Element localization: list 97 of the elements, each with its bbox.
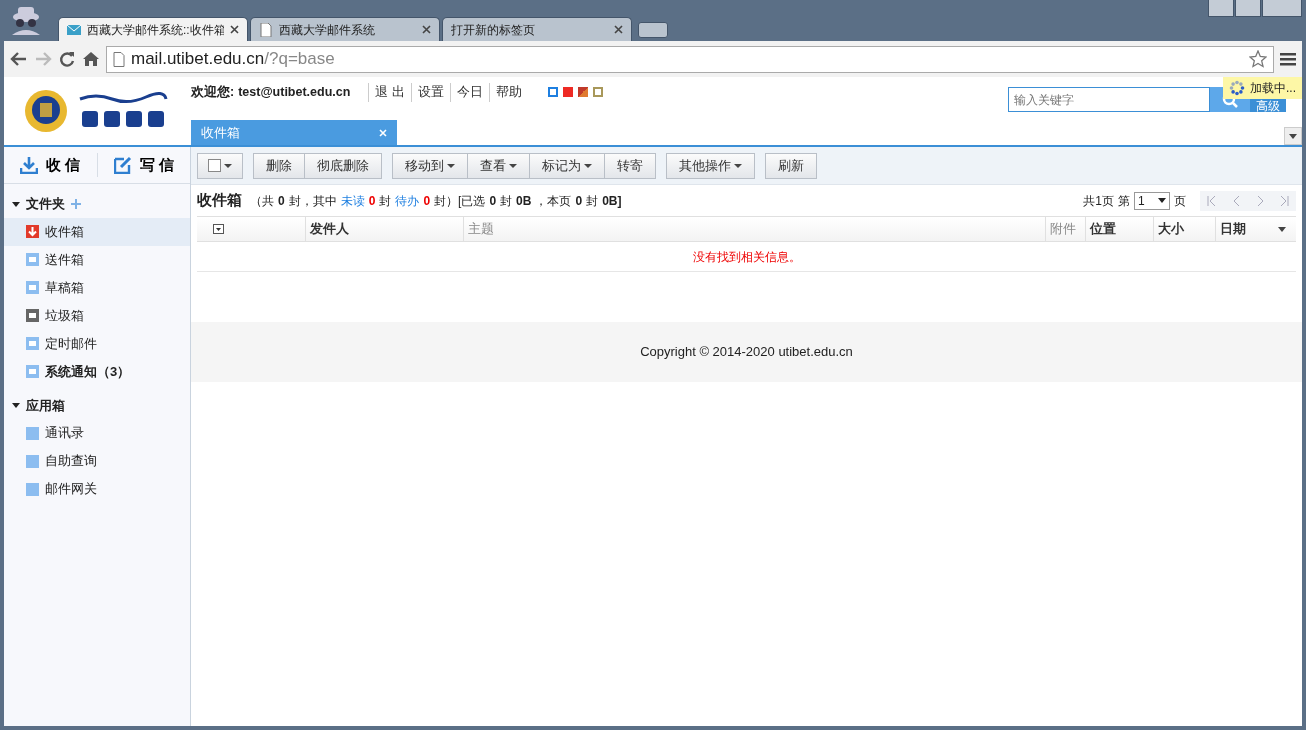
maximize-button[interactable]	[1235, 0, 1261, 17]
inbox-icon	[26, 225, 39, 238]
welcome-label: 欢迎您:	[191, 83, 235, 101]
toolbar-button[interactable]: 标记为	[530, 152, 605, 179]
theme-swatch[interactable]	[592, 87, 603, 98]
menu-icon[interactable]	[1280, 52, 1296, 66]
page-label: 页	[1174, 192, 1186, 210]
sort-caret-icon[interactable]	[1278, 226, 1286, 232]
browser-tab[interactable]: 西藏大学邮件系统	[250, 17, 440, 41]
bookmark-star-icon[interactable]	[1249, 50, 1267, 68]
checkbox-icon	[208, 159, 221, 172]
sidebar-item[interactable]: 收件箱	[4, 217, 190, 246]
toolbar-button[interactable]: 删除	[253, 152, 305, 179]
toolbar-button[interactable]: 刷新	[765, 152, 817, 179]
folder-icon	[26, 337, 39, 350]
first-page-icon	[1207, 194, 1217, 207]
sidebar-action-button[interactable]: 写 信	[96, 152, 190, 178]
last-page-icon	[1279, 194, 1289, 207]
header-link[interactable]: 退 出	[368, 83, 411, 102]
user-email: test@utibet.edu.cn	[238, 84, 351, 101]
copyright-text: Copyright © 2014-2020 utibet.edu.cn	[191, 322, 1302, 382]
download-icon	[20, 156, 39, 174]
close-icon[interactable]	[422, 25, 431, 34]
select-all-button[interactable]	[197, 152, 243, 179]
caret-down-icon	[12, 401, 20, 410]
dropdown-toggle-button[interactable]	[1284, 127, 1302, 145]
mail-icon	[67, 22, 81, 37]
page-count: 共1页	[1083, 192, 1114, 210]
toolbar-button[interactable]: 查看	[468, 152, 530, 179]
back-icon[interactable]	[10, 51, 28, 67]
minimize-button[interactable]	[1208, 0, 1234, 17]
edit-icon	[113, 156, 132, 174]
page-label: 第	[1118, 192, 1130, 210]
folder-icon	[26, 253, 39, 266]
sidebar-item[interactable]: 垃圾箱	[4, 301, 190, 330]
url-text: mail.utibet.edu.cn/?q=base	[131, 48, 335, 71]
caret-icon	[447, 163, 455, 168]
caret-icon	[1158, 198, 1166, 203]
sidebar-item[interactable]: 草稿箱	[4, 273, 190, 302]
column-header[interactable]: 日期	[1215, 217, 1296, 241]
caret-icon	[584, 163, 592, 168]
folder-icon	[26, 309, 39, 322]
sidebar-action-button[interactable]: 收 信	[4, 152, 97, 178]
toolbar-button[interactable]: 转寄	[605, 152, 656, 179]
header-link[interactable]: 设置	[410, 83, 450, 102]
toolbar-button[interactable]: 彻底删除	[305, 152, 382, 179]
spinner-icon	[1229, 80, 1245, 96]
app-icon	[26, 426, 39, 440]
caret-icon	[224, 163, 232, 168]
toolbar-button[interactable]: 其他操作	[666, 152, 755, 179]
sidebar-item[interactable]: 通讯录	[4, 419, 190, 447]
new-tab-button[interactable]	[638, 22, 668, 38]
app-icon	[26, 454, 39, 468]
sidebar-section-header[interactable]: 应用箱	[4, 385, 190, 419]
caret-icon	[1289, 134, 1297, 139]
emblem-logo	[24, 89, 68, 133]
header-link[interactable]: 今日	[449, 83, 489, 102]
next-icon	[1255, 194, 1265, 207]
folder-icon	[26, 365, 39, 378]
page-select[interactable]: 1	[1134, 191, 1170, 210]
reload-icon[interactable]	[58, 50, 76, 68]
header-link[interactable]: 帮助	[488, 83, 528, 102]
folder-icon	[26, 281, 39, 294]
column-header[interactable]: 大小	[1153, 217, 1215, 241]
mail-summary: （共 0 封，其中 未读 0 封 待办 0 封）[已选 0 封 0B ，本页 0 封 0B]	[250, 192, 623, 210]
empty-message: 没有找到相关信息。	[197, 242, 1296, 272]
close-icon[interactable]	[614, 25, 623, 34]
caret-icon	[734, 163, 742, 168]
address-bar[interactable]: mail.utibet.edu.cn/?q=base	[106, 45, 1274, 73]
sidebar-item[interactable]: 系统通知（3）	[4, 357, 190, 386]
page-icon	[113, 51, 125, 67]
theme-swatch[interactable]	[562, 87, 573, 98]
sidebar-item[interactable]: 送件箱	[4, 245, 190, 274]
column-header[interactable]: 发件人	[305, 217, 463, 241]
column-header[interactable]: 位置	[1085, 217, 1153, 241]
sidebar-item[interactable]: 邮件网关	[4, 475, 190, 503]
search-field[interactable]: 输入关键字	[1008, 87, 1210, 112]
sidebar-item[interactable]: 自助查询	[4, 447, 190, 475]
sidebar-section-header[interactable]: 文件夹	[4, 184, 190, 218]
caret-down-icon	[12, 199, 20, 208]
previous-icon	[1231, 194, 1241, 207]
home-icon[interactable]	[82, 51, 100, 67]
page-icon	[259, 22, 273, 37]
sidebar-item[interactable]: 定时邮件	[4, 329, 190, 358]
close-button[interactable]	[1262, 0, 1302, 17]
column-header[interactable]: 主题	[463, 217, 1045, 241]
theme-swatch[interactable]	[577, 87, 588, 98]
column-options-icon[interactable]	[213, 224, 224, 234]
caret-icon	[509, 163, 517, 168]
loading-tooltip: 加载中...	[1223, 77, 1302, 99]
browser-tab[interactable]: 打开新的标签页	[442, 17, 632, 41]
folder-title: 收件箱	[197, 190, 242, 211]
column-header[interactable]: 附件	[1045, 217, 1085, 241]
app-icon	[26, 482, 39, 496]
close-icon[interactable]	[230, 25, 239, 34]
theme-swatch[interactable]	[547, 87, 558, 98]
toolbar-button[interactable]: 移动到	[392, 152, 468, 179]
